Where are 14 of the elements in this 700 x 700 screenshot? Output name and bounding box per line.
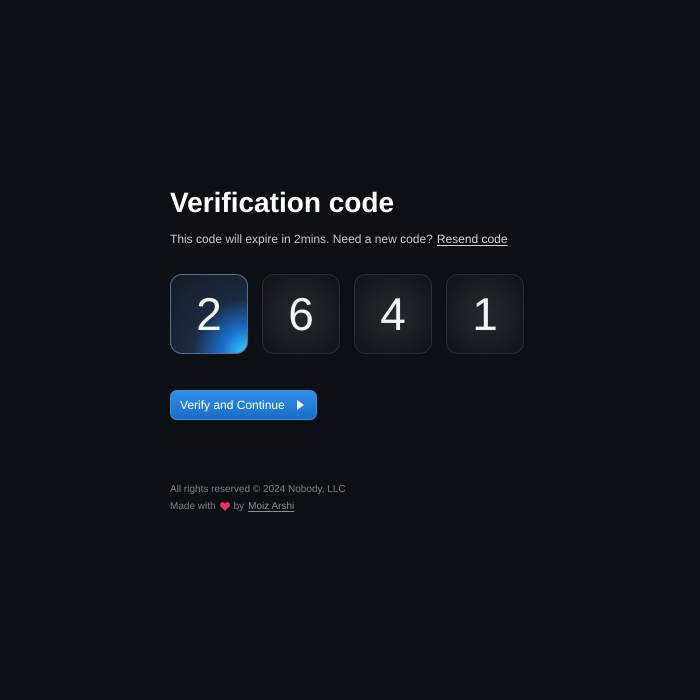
author-link[interactable]: Moiz Arshi bbox=[248, 501, 294, 512]
code-digit-field[interactable]: 1 bbox=[446, 274, 524, 354]
code-digit-field[interactable]: 4 bbox=[354, 274, 432, 354]
play-icon bbox=[296, 400, 304, 410]
verify-button[interactable]: Verify and Continue bbox=[170, 390, 317, 420]
code-digit-field[interactable]: 2 bbox=[170, 274, 248, 354]
heart-icon bbox=[220, 502, 230, 511]
resend-link[interactable]: Resend code bbox=[436, 232, 508, 246]
code-digit-field[interactable]: 6 bbox=[262, 274, 340, 354]
by-text: by bbox=[234, 501, 244, 512]
expiry-text: This code will expire in 2mins. Need a new code? bbox=[170, 232, 433, 246]
made-with-text: Made with bbox=[170, 501, 216, 512]
page-title: Verification code bbox=[170, 186, 396, 220]
copyright-text: All rights reserved © 2024 Nobody, LLC bbox=[170, 484, 347, 495]
